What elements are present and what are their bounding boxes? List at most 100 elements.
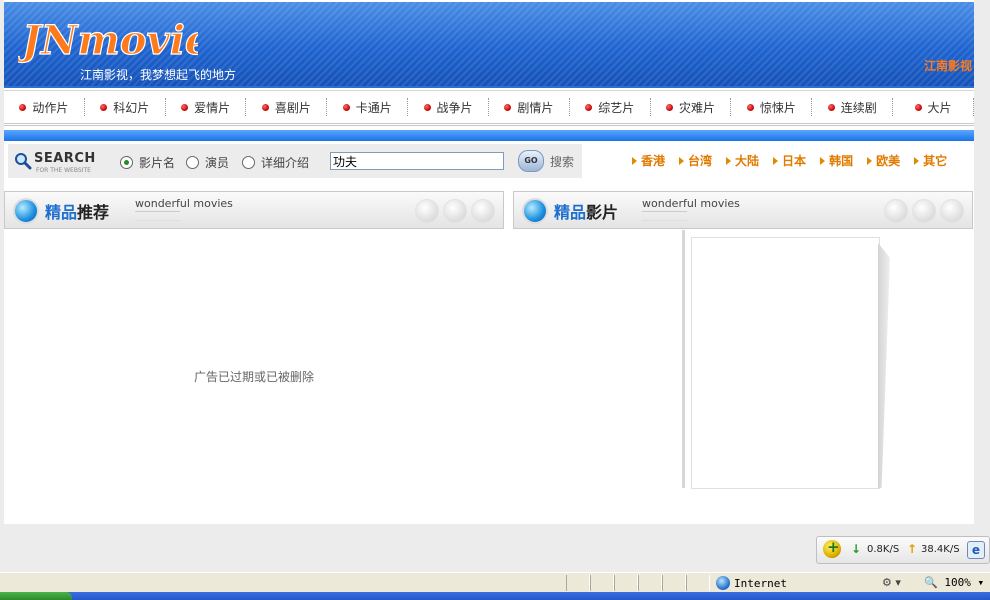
radio-description[interactable]: 详细介绍 [242, 154, 309, 171]
radio-title[interactable]: 影片名 [120, 154, 175, 171]
nav-item[interactable]: 大片 [893, 98, 974, 116]
nav-item-label: 科幻片 [113, 100, 150, 115]
nav-item-label: 卡通片 [355, 100, 392, 115]
nav-item-label: 灾难片 [679, 100, 716, 115]
nav-item[interactable]: 惊悚片 [731, 98, 813, 116]
panel-title-blue: 精品 [554, 203, 587, 222]
region-link[interactable]: 大陆 [726, 152, 759, 169]
panel-deco-circles [415, 199, 495, 223]
region-links: 香港 台湾 大陆 日本 韩国 欧美 其它 [632, 152, 947, 169]
status-segment [590, 575, 614, 591]
nav-item-label: 剧情片 [517, 100, 554, 115]
nav-item[interactable]: 剧情片 [489, 98, 570, 116]
radio-label: 详细介绍 [261, 156, 310, 170]
keyword-input[interactable] [330, 152, 504, 170]
radio-label: 影片名 [139, 156, 176, 170]
nav-item-label: 爱情片 [194, 100, 231, 115]
red-dot-icon [100, 103, 108, 111]
nav-item[interactable]: 综艺片 [570, 98, 651, 116]
nav-item[interactable]: 爱情片 [166, 98, 247, 116]
status-segment [638, 575, 662, 591]
security-zone[interactable]: Internet [716, 576, 787, 590]
red-dot-icon [827, 103, 835, 111]
red-dot-icon [181, 103, 189, 111]
triangle-bullet-icon [632, 156, 637, 165]
red-dot-icon [19, 103, 27, 111]
start-button[interactable] [0, 592, 72, 600]
panel-deco-lines [642, 211, 687, 221]
go-icon[interactable]: GO [518, 150, 544, 172]
nav-item[interactable]: 战争片 [408, 98, 489, 116]
red-dot-icon [423, 103, 431, 111]
panel-deco-circles [884, 199, 964, 223]
radio-circle[interactable] [120, 156, 133, 169]
red-dot-icon [666, 103, 674, 111]
panel-title-black: 影片 [586, 203, 619, 222]
nav-item[interactable]: 灾难片 [651, 98, 732, 116]
panel-title: 精品影片 [554, 199, 618, 223]
ad-expired-text: 广告已过期或已被删除 [194, 370, 315, 384]
nav-item[interactable]: 卡通片 [327, 98, 409, 116]
nav-item-label: 战争片 [436, 100, 473, 115]
download-speed: 0.8K/S [867, 544, 900, 555]
region-link[interactable]: 欧美 [867, 152, 900, 169]
region-label: 其它 [923, 154, 948, 168]
ie-icon[interactable]: e [967, 541, 985, 559]
red-dot-icon [342, 103, 350, 111]
windows-taskbar [0, 592, 990, 600]
region-label: 日本 [782, 154, 807, 168]
search-button[interactable]: GO 搜索 [518, 150, 574, 172]
status-segment [686, 575, 710, 591]
status-segment [662, 575, 686, 591]
upload-arrow-icon: ↑ [907, 542, 918, 556]
region-link[interactable]: 香港 [632, 152, 665, 169]
red-dot-icon [261, 103, 269, 111]
browser-status-bar: Internet ⚙ ▾ 🔍 100% ▾ [0, 572, 990, 593]
nav-item[interactable]: 连续剧 [812, 98, 894, 116]
panel-title-blue: 精品 [45, 203, 78, 222]
nav-item[interactable]: 喜剧片 [246, 98, 328, 116]
nav-item-label: 连续剧 [840, 100, 877, 115]
nav-item[interactable]: 动作片 [4, 98, 85, 116]
globe-icon [716, 576, 730, 590]
nav-item-label: 动作片 [32, 100, 69, 115]
svg-text:JNmovie: JNmovie [18, 17, 198, 64]
status-segment [566, 575, 590, 591]
recommend-panel-header: 精品推荐 wonderful movies [4, 191, 504, 229]
region-link[interactable]: 日本 [773, 152, 806, 169]
region-label: 欧美 [876, 154, 901, 168]
nav-item-label: 惊悚片 [759, 100, 796, 115]
bullet-orb-icon [13, 198, 39, 224]
nav-item[interactable]: 科幻片 [85, 98, 166, 116]
radio-label: 演员 [205, 156, 230, 170]
category-nav: 动作片 科幻片 爱情片 喜剧片 卡通片 战争片 剧情片 综艺片 灾难片 惊悚片 连续剧 大片 [4, 90, 974, 126]
network-speed-widget[interactable]: ↓ 0.8K/S ↑ 38.4K/S e [816, 536, 990, 564]
zoom-level[interactable]: 🔍 100% ▾ [924, 576, 984, 589]
panel-deco-lines [135, 211, 180, 221]
region-label: 大陆 [735, 154, 760, 168]
nav-item-label: 综艺片 [598, 100, 635, 115]
accelerator-icon[interactable] [823, 538, 841, 558]
radio-circle[interactable] [242, 156, 255, 169]
blue-divider [4, 130, 974, 141]
region-label: 韩国 [829, 154, 854, 168]
red-dot-icon [914, 103, 922, 111]
region-link[interactable]: 韩国 [820, 152, 853, 169]
radio-actor[interactable]: 演员 [186, 154, 229, 171]
triangle-bullet-icon [773, 156, 779, 165]
featured-poster-frame[interactable] [691, 237, 880, 489]
region-link[interactable]: 台湾 [679, 152, 712, 169]
page: JNmovie 江南影视，我梦想起飞的地方 江南影视 动作片 科幻片 爱情片 喜剧片 卡… [4, 0, 974, 524]
red-dot-icon [504, 103, 512, 111]
radio-circle[interactable] [186, 156, 199, 169]
panel-subtitle: wonderful movies [642, 197, 740, 210]
upload-speed: 38.4K/S [921, 544, 960, 555]
region-link[interactable]: 其它 [914, 152, 947, 169]
triangle-bullet-icon [914, 156, 920, 165]
triangle-bullet-icon [726, 156, 732, 165]
protected-mode-icon[interactable]: ⚙ ▾ [882, 576, 901, 589]
triangle-bullet-icon [679, 156, 685, 165]
region-label: 香港 [641, 154, 666, 168]
site-logo[interactable]: JNmovie [18, 6, 198, 66]
search-button-label: 搜索 [550, 154, 575, 169]
